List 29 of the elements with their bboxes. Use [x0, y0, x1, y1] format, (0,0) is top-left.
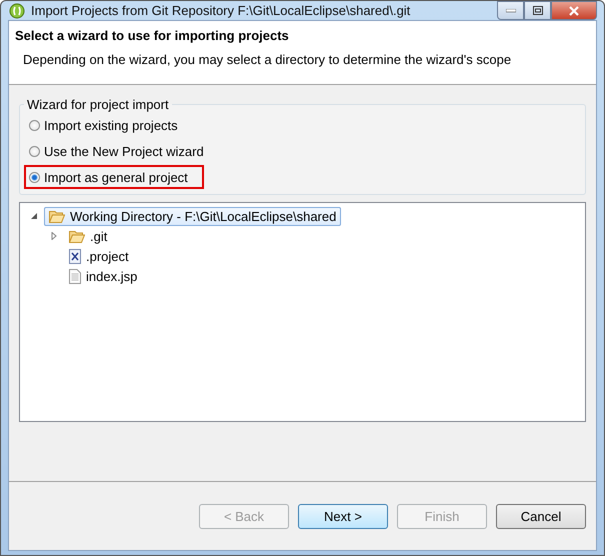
maximize-button[interactable]	[524, 1, 551, 20]
highlighted-radio-option[interactable]: Import as general project	[24, 165, 204, 189]
radio-button[interactable]	[29, 146, 40, 156]
page-title: Select a wizard to use for importing projects	[15, 28, 290, 43]
close-button[interactable]	[551, 1, 597, 20]
tree-item[interactable]: index.jsp	[64, 266, 142, 286]
dialog-button[interactable]: Cancel	[496, 504, 586, 528]
tree-item[interactable]: .project	[64, 246, 134, 266]
minimize-icon	[506, 8, 516, 12]
radio-option[interactable]: Use the New Project wizard	[24, 139, 209, 163]
folder-icon	[69, 230, 85, 242]
maximize-icon	[532, 6, 542, 15]
collapse-icon[interactable]	[30, 212, 38, 220]
file-icon	[69, 268, 81, 284]
page-description: Depending on the wizard, you may select a directory to determine the wizard's scope	[23, 52, 512, 67]
window-title: Import Projects from Git Repository F:\Git\LocalEclipse\shared\.git	[31, 3, 410, 18]
tree-item[interactable]: .git	[64, 226, 112, 246]
dialog-button[interactable]: Next >	[298, 504, 388, 528]
tree-item[interactable]: Working Directory - F:\Git\LocalEclipse\shared	[44, 206, 342, 226]
close-icon	[568, 6, 580, 16]
expand-icon[interactable]	[50, 232, 58, 240]
radio-button[interactable]	[29, 172, 40, 182]
minimize-button[interactable]	[497, 1, 524, 20]
radio-button[interactable]	[29, 120, 40, 130]
radio-option[interactable]: Import existing projects	[24, 113, 183, 137]
xml-file-icon	[69, 248, 81, 264]
folder-icon	[49, 210, 65, 222]
app-icon	[9, 2, 25, 18]
group-label: Wizard for project import	[26, 97, 170, 112]
